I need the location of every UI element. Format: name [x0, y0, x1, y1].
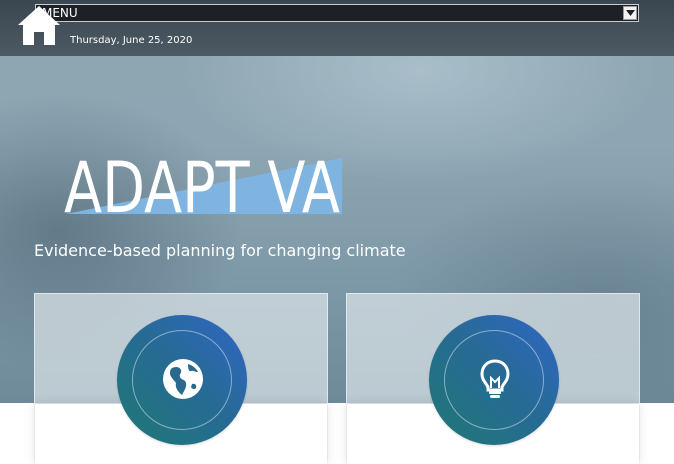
menu-dropdown[interactable]: MENU: [35, 4, 639, 22]
adaptva-logo[interactable]: ADAPT VA: [62, 147, 352, 229]
current-date: Thursday, June 25, 2020: [70, 35, 193, 46]
feature-card-globe[interactable]: [34, 293, 328, 464]
feature-card-lightbulb[interactable]: [346, 293, 640, 464]
globe-icon: [163, 359, 203, 399]
globe-badge: [117, 315, 247, 445]
lightbulb-icon: [480, 359, 510, 398]
lightbulb-badge: [429, 315, 559, 445]
tagline: Evidence-based planning for changing cli…: [34, 241, 406, 260]
chevron-down-icon[interactable]: [623, 6, 637, 20]
top-bar: MENU Thursday, June 25, 2020: [0, 0, 674, 56]
logo-text: ADAPT VA: [64, 148, 340, 218]
home-icon[interactable]: [16, 4, 62, 46]
